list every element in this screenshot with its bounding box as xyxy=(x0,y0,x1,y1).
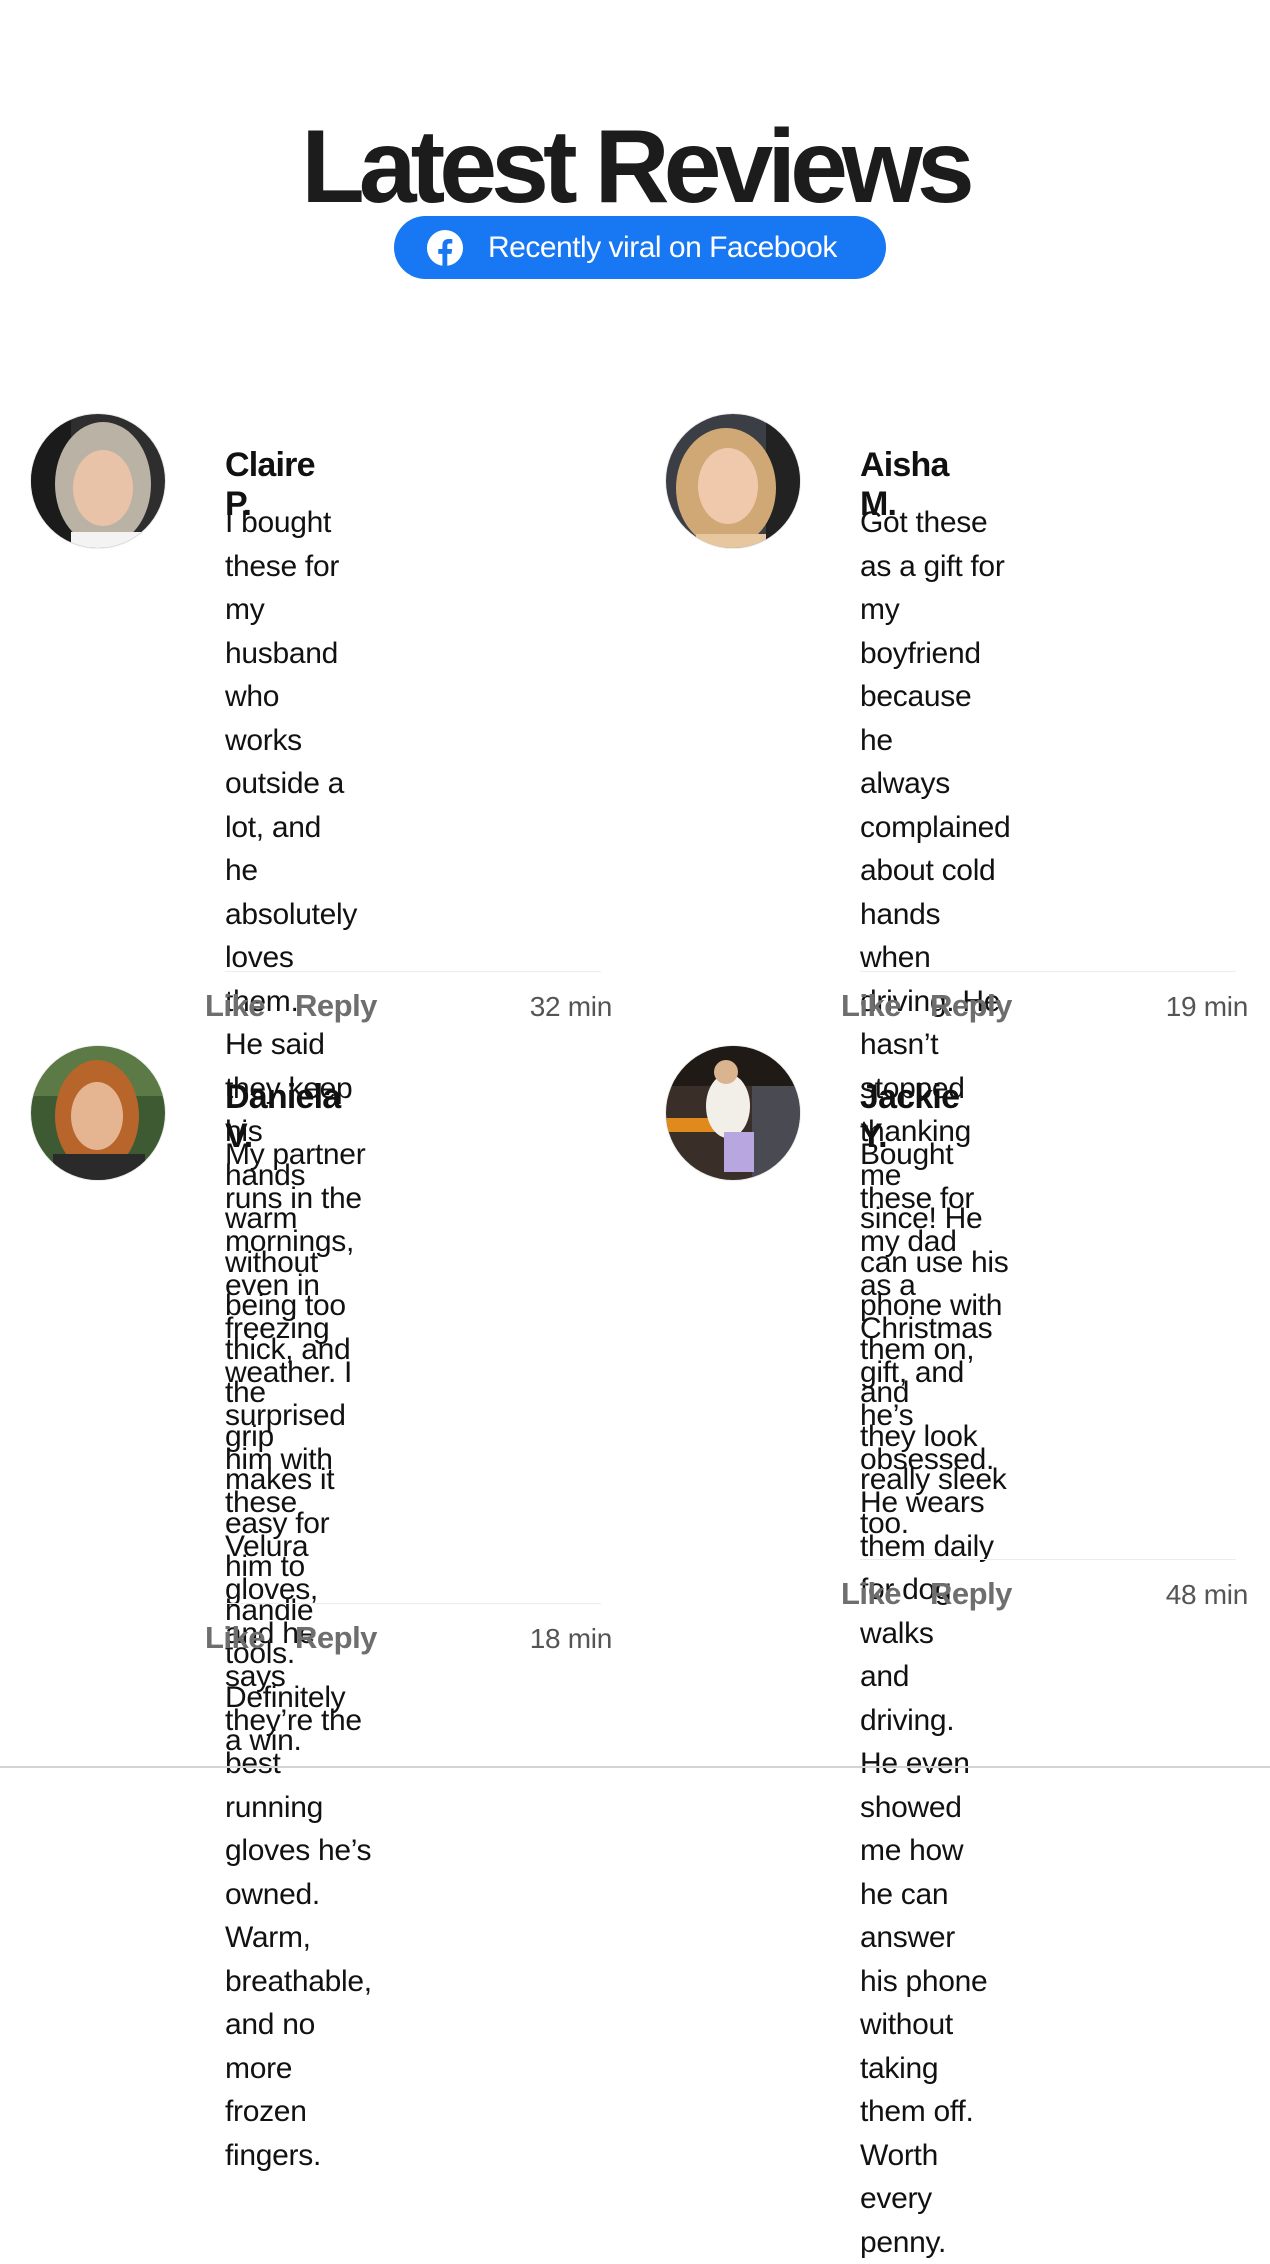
review-text-line: owned. Warm, xyxy=(225,1873,372,1960)
review-text-line: surprised him with these xyxy=(225,1394,372,1525)
badge-label: Recently viral on Facebook xyxy=(488,231,837,265)
review-text-line: showed me how he can xyxy=(860,1786,994,1917)
avatar xyxy=(31,414,165,548)
timestamp: 32 min xyxy=(480,991,612,1023)
review-text-line: freezing weather. I xyxy=(225,1307,372,1394)
divider xyxy=(860,971,1236,972)
review-text-line: answer his phone xyxy=(860,1916,994,2003)
review-text-line: about cold hands when xyxy=(860,849,1010,980)
divider xyxy=(225,1603,601,1604)
reply-button[interactable]: Reply xyxy=(930,988,1012,1024)
reply-button[interactable]: Reply xyxy=(295,1620,377,1656)
like-button[interactable]: Like xyxy=(841,1576,901,1612)
divider xyxy=(225,971,601,972)
viral-on-facebook-badge[interactable]: Recently viral on Facebook xyxy=(394,216,886,279)
avatar xyxy=(666,414,800,548)
review-text-line: outside a lot, and he xyxy=(225,762,357,893)
review-text-line: Bought these for my dad xyxy=(860,1133,994,1264)
avatar xyxy=(31,1046,165,1180)
review-text-line: always complained xyxy=(860,762,1010,849)
like-button[interactable]: Like xyxy=(205,1620,265,1656)
review-text-line: husband who works xyxy=(225,632,357,763)
review-text-line: My partner runs in the xyxy=(225,1133,372,1220)
review-text-line: frozen fingers. xyxy=(225,2090,372,2177)
like-button[interactable]: Like xyxy=(841,988,901,1024)
facebook-icon xyxy=(426,229,464,267)
review-text-line: Worth every penny. xyxy=(860,2134,994,2264)
review-text-line: breathable, and no more xyxy=(225,1960,372,2091)
reply-button[interactable]: Reply xyxy=(930,1576,1012,1612)
divider xyxy=(860,1559,1236,1560)
review-text-line: I bought these for my xyxy=(225,501,357,632)
review-text-line: boyfriend because he xyxy=(860,632,1010,763)
page-title: Latest Reviews xyxy=(0,108,1270,228)
review-text-line: he’s obsessed. He wears xyxy=(860,1394,994,1525)
timestamp: 19 min xyxy=(1116,991,1248,1023)
bottom-divider xyxy=(0,1766,1270,1768)
timestamp: 48 min xyxy=(1116,1579,1248,1611)
review-text-line: Got these as a gift for my xyxy=(860,501,1010,632)
review-text: Bought these for my dad as a Christmas g… xyxy=(860,1133,994,2264)
review-text-line: running gloves he’s xyxy=(225,1786,372,1873)
like-button[interactable]: Like xyxy=(205,988,265,1024)
review-text-line: mornings, even in xyxy=(225,1220,372,1307)
avatar xyxy=(666,1046,800,1180)
timestamp: 18 min xyxy=(480,1623,612,1655)
reply-button[interactable]: Reply xyxy=(295,988,377,1024)
review-text-line: without taking them off. xyxy=(860,2003,994,2134)
review-text-line: as a Christmas gift, and xyxy=(860,1264,994,1395)
